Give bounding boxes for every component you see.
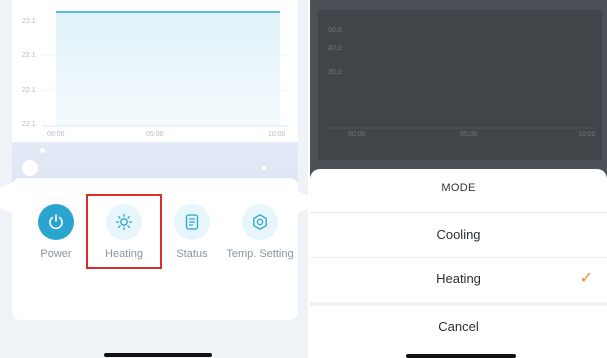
power-icon bbox=[38, 204, 74, 240]
y-tick-label: 22.1 bbox=[22, 18, 36, 25]
divider bbox=[310, 212, 607, 213]
x-tick-label: 10:00 bbox=[268, 131, 286, 138]
cancel-label: Cancel bbox=[438, 319, 479, 334]
snowflake bbox=[40, 148, 45, 153]
gear-icon bbox=[242, 204, 278, 240]
x-tick-label: 00:00 bbox=[47, 131, 65, 138]
option-label: Cooling bbox=[436, 227, 481, 242]
mode-bottom-sheet: MODE Cooling Heating ✓ Cancel bbox=[310, 169, 607, 358]
x-tick-label: 05:00 bbox=[460, 131, 478, 138]
chart-canvas bbox=[42, 11, 288, 127]
status-button[interactable]: Status bbox=[157, 204, 227, 268]
snowball bbox=[22, 160, 38, 176]
screen: 22.1 22.1 22.1 22.1 00:00 05:00 10:00 Po… bbox=[0, 0, 607, 358]
x-tick-label: 10:00 bbox=[578, 131, 596, 138]
status-label: Status bbox=[176, 248, 208, 260]
x-tick-label: 05:00 bbox=[146, 131, 164, 138]
y-tick-label: 40.0 bbox=[328, 45, 342, 52]
power-label: Power bbox=[40, 248, 72, 260]
home-indicator[interactable] bbox=[104, 353, 212, 357]
option-cooling[interactable]: Cooling bbox=[310, 214, 607, 256]
y-tick-label: 30.0 bbox=[328, 69, 342, 76]
home-indicator[interactable] bbox=[406, 354, 516, 358]
temp-setting-label: Temp. Setting bbox=[226, 248, 294, 260]
mode-picker-screen: 50.0 40.0 30.0 00:00 05:00 10:00 MODE Co… bbox=[310, 0, 607, 358]
selection-highlight bbox=[86, 194, 162, 269]
chart-area-fill bbox=[56, 12, 280, 126]
snowflake bbox=[262, 166, 266, 170]
option-heating[interactable]: Heating ✓ bbox=[310, 258, 607, 300]
power-button[interactable]: Power bbox=[21, 204, 91, 268]
option-label: Heating bbox=[436, 271, 481, 286]
temperature-chart: 22.1 22.1 22.1 22.1 00:00 05:00 10:00 bbox=[12, 0, 298, 142]
document-icon bbox=[174, 204, 210, 240]
checkmark-icon: ✓ bbox=[579, 270, 593, 287]
x-tick-label: 00:00 bbox=[348, 131, 366, 138]
y-tick-label: 22.1 bbox=[22, 52, 36, 59]
y-tick-label: 50.0 bbox=[328, 27, 342, 34]
temp-setting-button[interactable]: Temp. Setting bbox=[225, 204, 295, 268]
sheet-title: MODE bbox=[441, 182, 476, 194]
cancel-button[interactable]: Cancel bbox=[310, 306, 607, 348]
device-control-panel: 22.1 22.1 22.1 22.1 00:00 05:00 10:00 Po… bbox=[0, 0, 308, 358]
y-tick-label: 22.1 bbox=[22, 121, 36, 128]
y-tick-label: 22.1 bbox=[22, 87, 36, 94]
